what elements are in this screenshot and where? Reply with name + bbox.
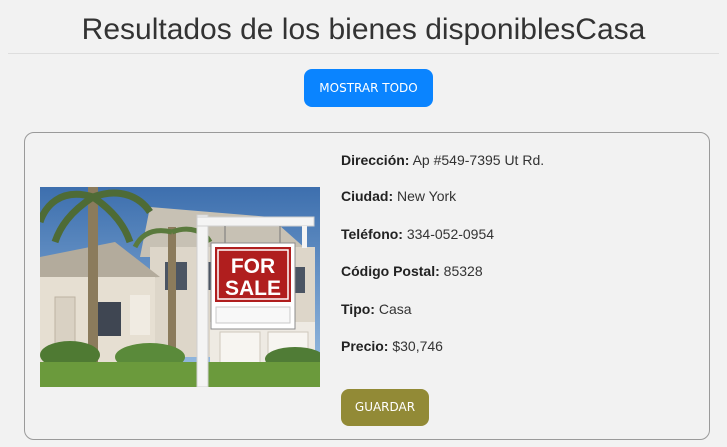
field-tipo-value: Casa (378, 301, 412, 317)
sign-text-bottom: SALE (225, 277, 281, 300)
field-telefono-value: 334-052-0954 (406, 226, 495, 242)
field-ciudad-label: Ciudad: (341, 188, 394, 204)
sign-text-top: FOR (231, 255, 275, 278)
field-tipo-label: Tipo: (341, 301, 375, 317)
field-ciudad: Ciudad: New York (341, 186, 456, 206)
property-card: FOR SALE Dirección: Ap #549-7395 Ut Rd. … (24, 132, 710, 440)
title-divider (8, 53, 719, 54)
save-button[interactable]: GUARDAR (341, 389, 429, 426)
field-ciudad-value: New York (397, 188, 457, 204)
field-codigo-postal: Código Postal: 85328 (341, 261, 483, 281)
field-codigo-postal-label: Código Postal: (341, 263, 440, 279)
field-direccion-value: Ap #549-7395 Ut Rd. (412, 152, 545, 168)
field-direccion-label: Dirección: (341, 152, 410, 168)
field-precio-value: $30,746 (392, 338, 443, 354)
field-codigo-postal-value: 85328 (443, 263, 483, 279)
field-direccion: Dirección: Ap #549-7395 Ut Rd. (341, 150, 544, 170)
field-precio-label: Precio: (341, 338, 389, 354)
field-precio: Precio: $30,746 (341, 336, 443, 356)
field-telefono: Teléfono: 334-052-0954 (341, 224, 494, 244)
field-telefono-label: Teléfono: (341, 226, 403, 242)
page-title: Resultados de los bienes disponiblesCasa (81, 13, 646, 46)
property-photo: FOR SALE (40, 187, 320, 387)
show-all-button[interactable]: MOSTRAR TODO (304, 69, 433, 107)
field-tipo: Tipo: Casa (341, 299, 412, 319)
